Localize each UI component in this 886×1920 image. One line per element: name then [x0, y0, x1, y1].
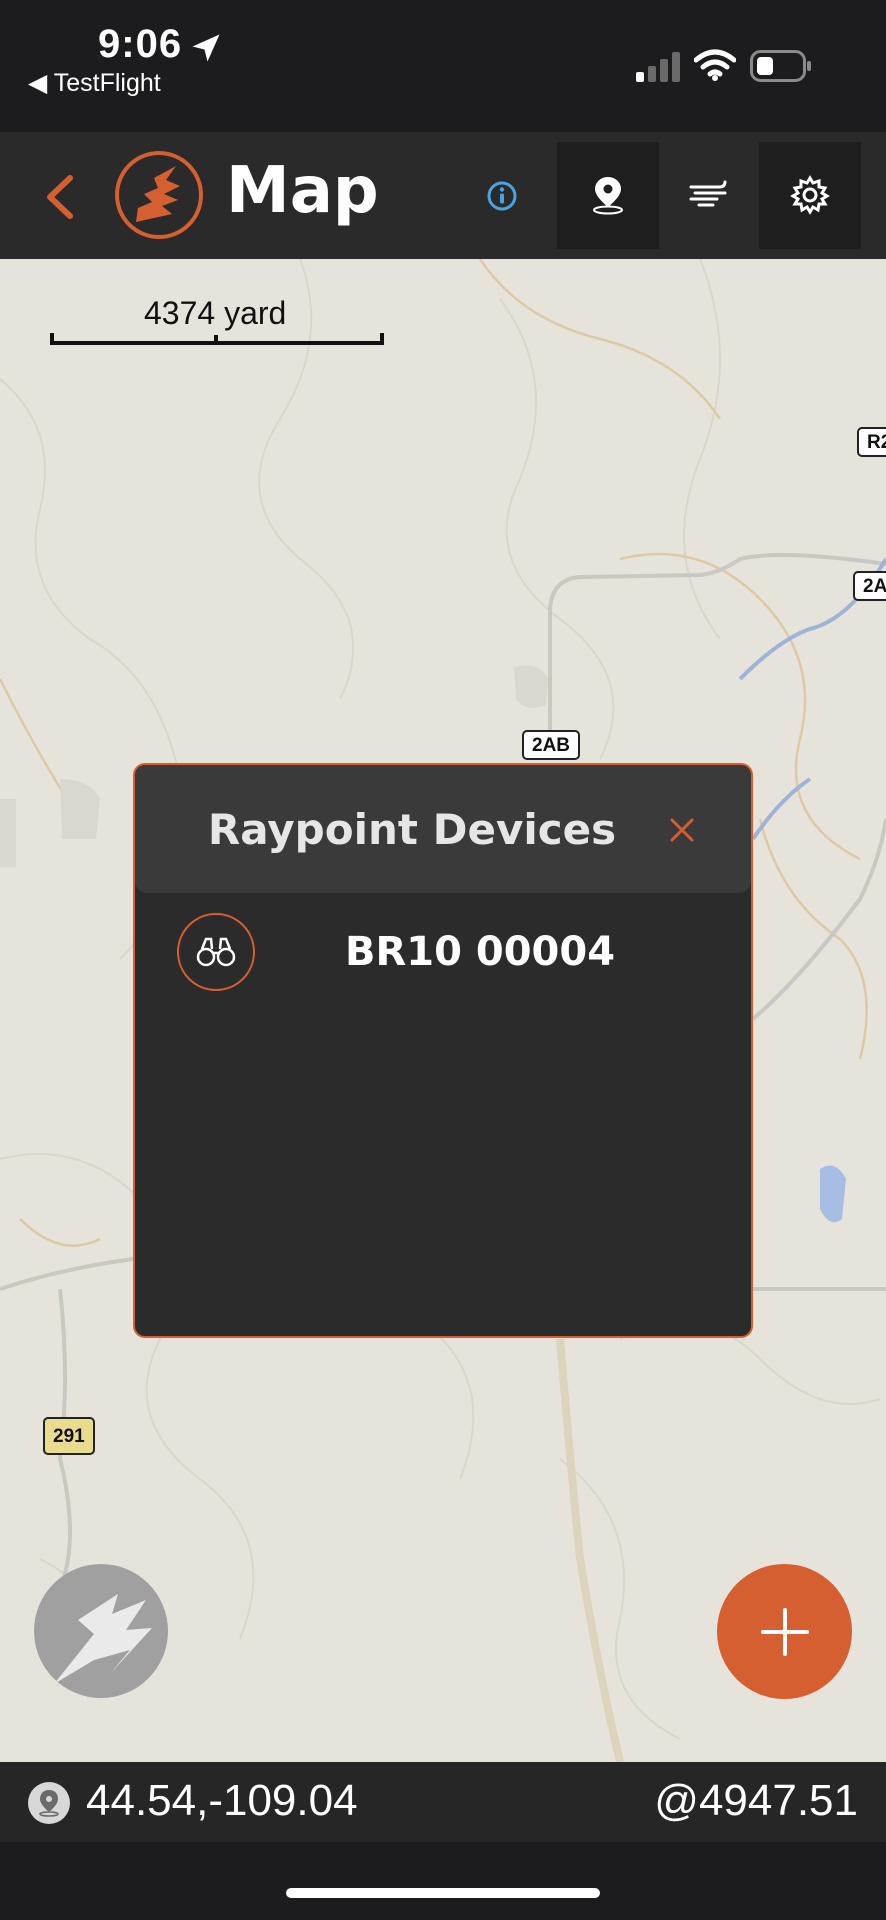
scale-label: 4374 yard	[144, 295, 287, 331]
app-header: Map	[0, 132, 886, 259]
elevation-readout: @4947.51	[654, 1776, 858, 1825]
road-label-2a: 2A	[853, 571, 886, 601]
road-label-r2: R2	[857, 427, 886, 457]
location-pin-button[interactable]	[557, 142, 659, 249]
close-icon[interactable]	[669, 817, 695, 843]
device-name: BR10 00004	[345, 929, 616, 975]
back-to-testflight[interactable]: ◀ TestFlight	[28, 68, 161, 98]
location-arrow-icon	[192, 34, 220, 62]
add-button[interactable]	[717, 1564, 852, 1699]
cellular-signal-icon	[636, 52, 680, 82]
home-indicator[interactable]	[286, 1888, 600, 1898]
clock: 9:06	[98, 22, 183, 66]
road-label-2ab: 2AB	[522, 730, 581, 760]
back-chevron-icon[interactable]	[40, 172, 80, 222]
status-bar: 9:06 ◀ TestFlight	[0, 0, 886, 132]
gear-icon	[790, 175, 830, 215]
coordinates-readout: 44.54,-109.04	[86, 1776, 358, 1825]
page-title: Map	[226, 154, 379, 228]
wind-icon	[689, 180, 727, 207]
flame-logo-icon	[115, 151, 203, 239]
binoculars-icon	[177, 913, 255, 991]
location-pin-icon	[28, 1782, 70, 1824]
flame-silhouette-icon	[54, 1594, 152, 1684]
modal-header: Raypoint Devices	[135, 765, 751, 893]
coordinate-bar: 44.54,-109.04 @4947.51	[0, 1762, 886, 1842]
wifi-icon	[694, 49, 736, 81]
scale-tick	[214, 335, 218, 345]
road-label-291: 291	[43, 1417, 95, 1455]
settings-button[interactable]	[759, 142, 861, 249]
battery-icon	[750, 50, 811, 82]
binoculars-glyph	[196, 937, 236, 967]
info-icon[interactable]	[486, 180, 518, 212]
wind-button[interactable]	[658, 142, 760, 249]
pin-glyph	[39, 1790, 59, 1817]
modal-title: Raypoint Devices	[207, 805, 617, 854]
raypoint-devices-modal: Raypoint Devices BR10 00004	[133, 763, 753, 1338]
plus-icon	[761, 1608, 809, 1656]
fire-locate-button[interactable]	[34, 1564, 168, 1698]
map-pin-icon	[593, 177, 623, 215]
device-list-item[interactable]: BR10 00004	[135, 905, 751, 1015]
